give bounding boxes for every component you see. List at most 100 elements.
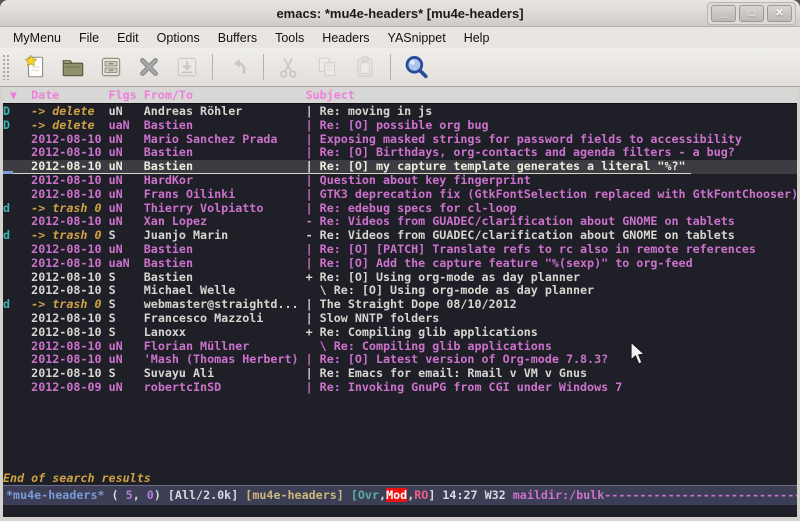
message-list: D -> delete uN Andreas Röhler | Re: movi… bbox=[3, 104, 797, 470]
menu-item-options[interactable]: Options bbox=[148, 29, 209, 47]
copy-icon bbox=[314, 54, 340, 80]
message-subject: - Re: Videos from GUADEC/clarification a… bbox=[306, 229, 735, 242]
close-button[interactable]: ✕ bbox=[767, 5, 792, 22]
message-row[interactable]: 2012-08-09 uN robertcInSD | Re: Invoking… bbox=[3, 381, 797, 395]
menu-item-edit[interactable]: Edit bbox=[108, 29, 148, 47]
message-date: 2012-08-10 bbox=[31, 257, 108, 270]
message-row[interactable]: 2012-08-10 uN Bastien | Re: [O] my captu… bbox=[3, 160, 797, 174]
echo-area bbox=[3, 505, 797, 517]
menu-item-file[interactable]: File bbox=[70, 29, 108, 47]
message-flags: uN bbox=[109, 160, 144, 173]
mark-flag: D bbox=[3, 119, 31, 132]
maximize-button[interactable]: □ bbox=[739, 5, 764, 22]
message-row[interactable]: d -> trash 0 uN Thierry Volpiatto | Re: … bbox=[3, 202, 797, 216]
title-bar[interactable]: emacs: *mu4e-headers* [mu4e-headers] _□✕ bbox=[0, 0, 800, 27]
window-border-bottom bbox=[0, 517, 800, 521]
message-from: Bastien bbox=[144, 146, 306, 159]
message-row[interactable]: 2012-08-10 uN 'Mash (Thomas Herbert) | R… bbox=[3, 353, 797, 367]
menu-item-yasnippet[interactable]: YASnippet bbox=[379, 29, 455, 47]
message-from: webmaster@straightd... bbox=[144, 298, 306, 311]
modeline-segment: ( bbox=[105, 488, 126, 502]
message-subject: | Re: [O] Birthdays, org-contacts and ag… bbox=[306, 146, 735, 159]
message-row[interactable]: 2012-08-10 S Suvayu Ali | Re: Emacs for … bbox=[3, 367, 797, 381]
message-row[interactable]: d -> trash 0 S Juanjo Marin - Re: Videos… bbox=[3, 229, 797, 243]
new-file-icon[interactable] bbox=[22, 54, 48, 80]
message-row[interactable]: 2012-08-10 uN Mario Sanchez Prada | Expo… bbox=[3, 133, 797, 147]
headers-column-header[interactable]: ▼ Date Flgs From/To Subject bbox=[3, 87, 797, 104]
message-flags: S bbox=[109, 367, 144, 380]
message-row[interactable]: 2012-08-10 S Bastien + Re: [O] Using org… bbox=[3, 271, 797, 285]
minimize-button[interactable]: _ bbox=[711, 5, 736, 22]
message-row[interactable]: 2012-08-10 S Michael Welle \ Re: [O] Usi… bbox=[3, 284, 797, 298]
mark-flag bbox=[3, 257, 31, 270]
message-row[interactable]: 2012-08-10 uN Florian Müllner \ Re: Comp… bbox=[3, 340, 797, 354]
menu-item-headers[interactable]: Headers bbox=[313, 29, 378, 47]
message-subject: | Re: [O] my capture template generates … bbox=[306, 160, 686, 173]
message-subject: \ Re: [O] Using org-mode as day planner bbox=[306, 284, 595, 297]
message-row[interactable]: 2012-08-10 uN Xan Lopez - Re: Videos fro… bbox=[3, 215, 797, 229]
mark-flag bbox=[3, 340, 31, 353]
message-date: 2012-08-10 bbox=[31, 353, 108, 366]
message-subject: | Re: [O] [PATCH] Translate refs to rc a… bbox=[306, 243, 756, 256]
message-flags: S bbox=[109, 312, 144, 325]
message-row[interactable]: 2012-08-10 S Francesco Mazzoli | Slow NN… bbox=[3, 312, 797, 326]
message-flags: S bbox=[109, 284, 144, 297]
message-row[interactable]: 2012-08-10 uN Bastien | Re: [O] Birthday… bbox=[3, 146, 797, 160]
save-icon[interactable] bbox=[98, 54, 124, 80]
message-date: 2012-08-10 bbox=[31, 340, 108, 353]
mark-flag bbox=[3, 146, 31, 159]
modeline-segment: ) bbox=[154, 488, 168, 502]
toolbar-grip[interactable] bbox=[2, 54, 10, 80]
message-date: 2012-08-10 bbox=[31, 133, 108, 146]
message-row[interactable]: 2012-08-10 S Lanoxx + Re: Compiling glib… bbox=[3, 326, 797, 340]
message-subject: | Re: edebug specs for cl-loop bbox=[306, 202, 517, 215]
message-row[interactable]: 2012-08-10 uaN Bastien | Re: [O] Add the… bbox=[3, 257, 797, 271]
message-flags: S bbox=[109, 229, 144, 242]
undo-icon bbox=[225, 54, 251, 80]
mode-line[interactable]: *mu4e-headers* ( 5, 0) [All/2.0k] [mu4e-… bbox=[3, 485, 797, 505]
modeline-segment: , bbox=[379, 488, 386, 502]
mark-flag bbox=[3, 271, 31, 284]
message-subject: \ Re: Compiling glib applications bbox=[306, 340, 552, 353]
message-subject: | Re: Emacs for email: Rmail v VM v Gnus bbox=[306, 367, 587, 380]
mark-target: -> trash 0 bbox=[31, 298, 108, 311]
message-flags: uN bbox=[109, 243, 144, 256]
message-row[interactable]: D -> delete uaN Bastien | Re: [O] possib… bbox=[3, 119, 797, 133]
menu-item-tools[interactable]: Tools bbox=[266, 29, 313, 47]
search-icon[interactable] bbox=[403, 54, 429, 80]
message-subject: + Re: [O] Using org-mode as day planner bbox=[306, 271, 580, 284]
message-row[interactable]: 2012-08-10 uN Frans Oilinki | GTK3 depre… bbox=[3, 188, 797, 202]
message-date: 2012-08-10 bbox=[31, 174, 108, 187]
close-icon[interactable] bbox=[136, 54, 162, 80]
open-folder-icon[interactable] bbox=[60, 54, 86, 80]
message-from: Lanoxx bbox=[144, 326, 306, 339]
modeline-segment: maildir:/bulk bbox=[513, 488, 604, 502]
message-from: Michael Welle bbox=[144, 284, 306, 297]
tool-bar bbox=[0, 48, 800, 87]
message-row[interactable]: 2012-08-10 uN HardKor | Question about k… bbox=[3, 174, 797, 188]
modeline-segment: 14:27 W32 bbox=[442, 488, 512, 502]
toolbar-separator bbox=[212, 54, 213, 80]
message-subject: | Re: [O] Latest version of Org-mode 7.8… bbox=[306, 353, 609, 366]
message-flags: S bbox=[109, 271, 144, 284]
modeline-segment: 5 bbox=[126, 488, 133, 502]
message-subject: | Question about key fingerprint bbox=[306, 174, 531, 187]
mark-target: -> delete bbox=[31, 105, 108, 118]
menu-item-mymenu[interactable]: MyMenu bbox=[4, 29, 70, 47]
menu-item-help[interactable]: Help bbox=[455, 29, 499, 47]
message-subject: | The Straight Dope 08/10/2012 bbox=[306, 298, 517, 311]
menu-item-buffers[interactable]: Buffers bbox=[209, 29, 266, 47]
message-date: 2012-08-10 bbox=[31, 188, 108, 201]
message-flags: uN bbox=[109, 174, 144, 187]
message-subject: + Re: Compiling glib applications bbox=[306, 326, 538, 339]
message-flags: uN bbox=[109, 133, 144, 146]
window-title: emacs: *mu4e-headers* [mu4e-headers] bbox=[276, 6, 523, 21]
message-row[interactable]: 2012-08-10 uN Bastien | Re: [O] [PATCH] … bbox=[3, 243, 797, 257]
message-row[interactable]: d -> trash 0 S webmaster@straightd... | … bbox=[3, 298, 797, 312]
message-row[interactable]: D -> delete uN Andreas Röhler | Re: movi… bbox=[3, 105, 797, 119]
mark-flag bbox=[3, 367, 31, 380]
message-subject: | Re: moving in js bbox=[306, 105, 433, 118]
mark-flag bbox=[3, 243, 31, 256]
message-flags: uN bbox=[109, 340, 144, 353]
message-from: Bastien bbox=[144, 160, 306, 173]
